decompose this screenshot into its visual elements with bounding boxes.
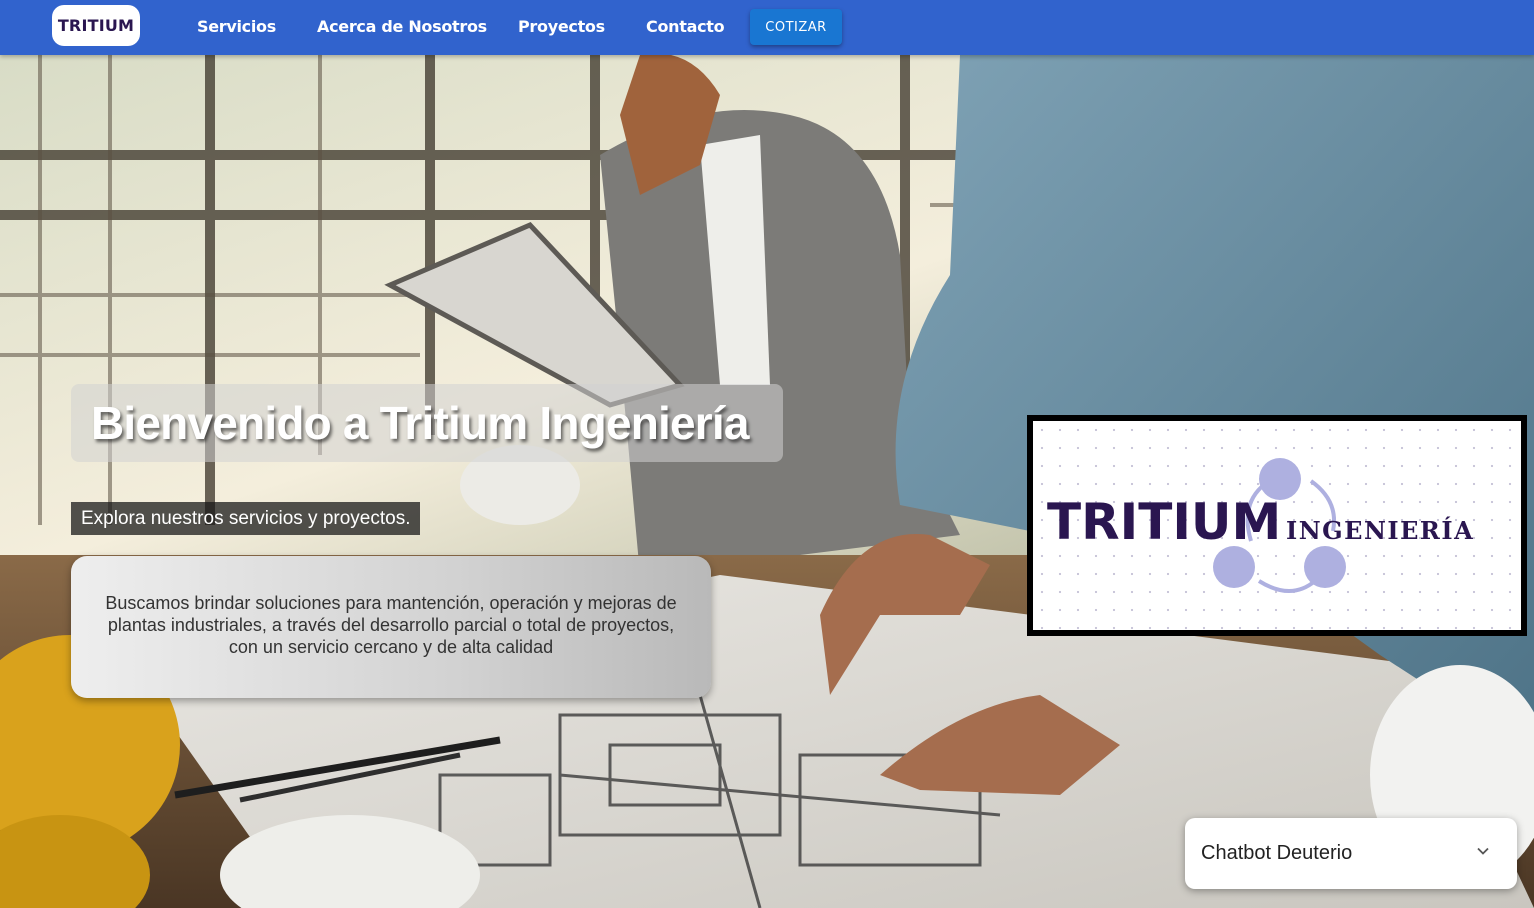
company-logo-panel: TRITIUM INGENIERÍA: [1027, 415, 1527, 636]
nav-logo[interactable]: TRITIUM: [52, 5, 140, 46]
hero-subtitle: Explora nuestros servicios y proyectos.: [71, 502, 421, 535]
company-logo: TRITIUM INGENIERÍA: [1033, 421, 1521, 630]
cotizar-button[interactable]: COTIZAR: [750, 9, 842, 45]
logo-brand-text: TRITIUM: [1047, 493, 1281, 551]
hero-description-card: Buscamos brindar soluciones para mantenc…: [71, 556, 711, 698]
nav-link-servicios[interactable]: Servicios: [197, 17, 276, 36]
top-navbar: TRITIUM Servicios Acerca de Nosotros Pro…: [0, 0, 1534, 55]
logo-tagline-text: INGENIERÍA: [1286, 516, 1474, 545]
hero-title: Bienvenido a Tritium Ingeniería: [91, 397, 749, 449]
nav-link-proyectos[interactable]: Proyectos: [518, 17, 605, 36]
hero-description: Buscamos brindar soluciones para mantenc…: [105, 593, 677, 657]
chatbot-widget[interactable]: Chatbot Deuterio: [1185, 818, 1517, 889]
nav-link-acerca[interactable]: Acerca de Nosotros: [317, 17, 487, 36]
nav-link-contacto[interactable]: Contacto: [646, 17, 725, 36]
chevron-down-icon[interactable]: [1475, 843, 1491, 864]
chatbot-title: Chatbot Deuterio: [1201, 842, 1353, 864]
tritium-logo-graphic: TRITIUM INGENIERÍA: [1047, 458, 1474, 593]
